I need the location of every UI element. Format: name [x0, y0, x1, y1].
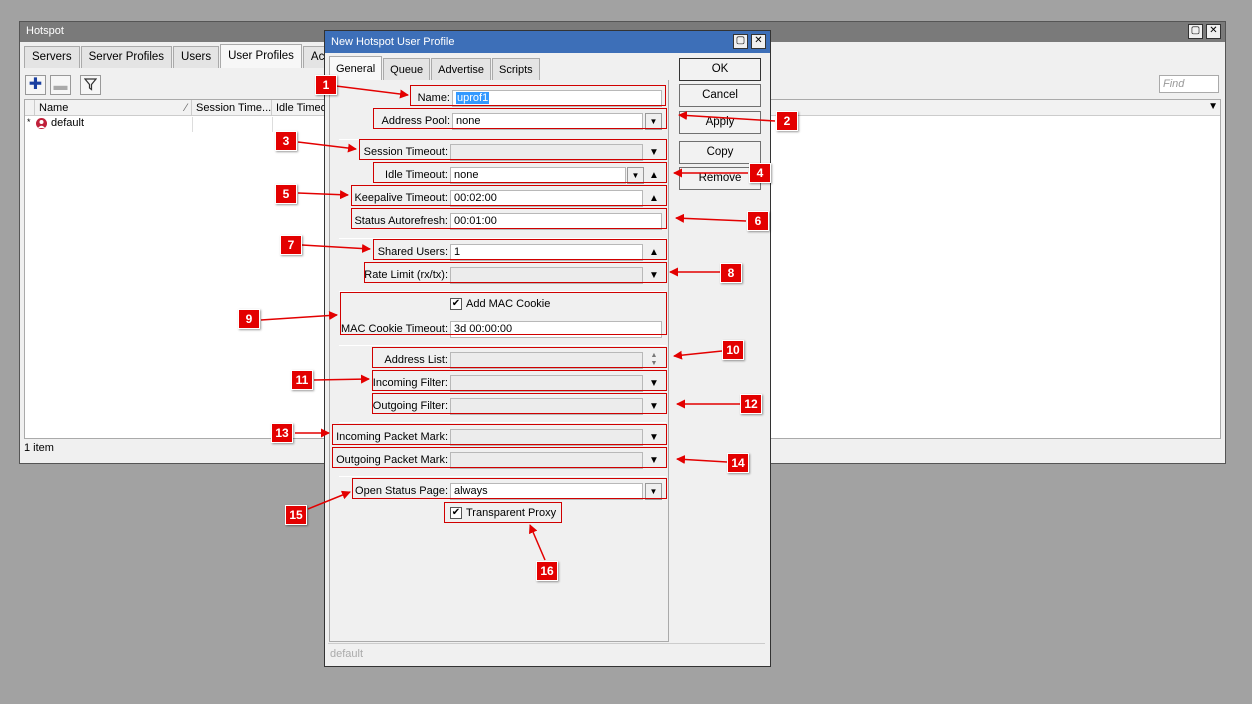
annotation-badge-9: 9	[238, 309, 260, 329]
annotation-badge-1: 1	[315, 75, 337, 95]
annotation-badge-14: 14	[727, 453, 749, 473]
annotation-arrows	[260, 85, 776, 561]
annotation-badge-3: 3	[275, 131, 297, 151]
annotation-badge-4: 4	[749, 163, 771, 183]
annotation-badge-16: 16	[536, 561, 558, 581]
annotation-badge-11: 11	[291, 370, 313, 390]
annotation-badge-7: 7	[280, 235, 302, 255]
annotation-badge-10: 10	[722, 340, 744, 360]
annotation-badge-13: 13	[271, 423, 293, 443]
annotation-badge-6: 6	[747, 211, 769, 231]
annotation-badge-8: 8	[720, 263, 742, 283]
annotation-badge-12: 12	[740, 394, 762, 414]
annotation-badge-5: 5	[275, 184, 297, 204]
annotation-badge-15: 15	[285, 505, 307, 525]
annotation-badge-2: 2	[776, 111, 798, 131]
